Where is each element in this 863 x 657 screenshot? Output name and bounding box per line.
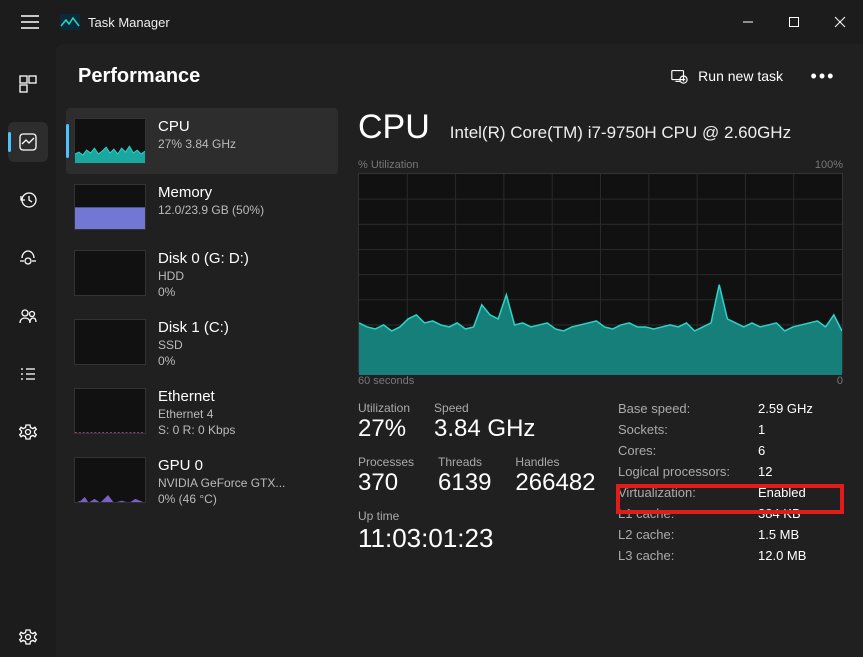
minimize-button[interactable]	[725, 6, 771, 38]
list-item-cpu[interactable]: CPU 27% 3.84 GHz	[66, 108, 338, 174]
processes-value: 370	[358, 469, 414, 497]
property-value: 2.59 GHz	[758, 401, 813, 416]
list-item-disk0[interactable]: Disk 0 (G: D:) HDD 0%	[66, 240, 338, 309]
utilization-label: Utilization	[358, 401, 410, 415]
close-button[interactable]	[817, 6, 863, 38]
run-new-task-button[interactable]: Run new task	[660, 61, 793, 91]
list-item-sub: NVIDIA GeForce GTX...	[158, 476, 285, 490]
titlebar: Task Manager	[0, 0, 863, 44]
chart-y-max: 100%	[815, 159, 843, 171]
chart-y-label: % Utilization	[358, 159, 419, 171]
run-task-label: Run new task	[698, 68, 783, 84]
list-item-sub: HDD	[158, 269, 249, 283]
handles-label: Handles	[515, 455, 595, 469]
property-row: Base speed:2.59 GHz	[618, 401, 843, 416]
nav-processes[interactable]	[8, 64, 48, 104]
cpu-thumb	[74, 118, 146, 164]
detail-panel: CPU Intel(R) Core(TM) i7-9750H CPU @ 2.6…	[338, 108, 863, 657]
chart-x-right: 0	[837, 375, 843, 387]
list-item-sub: 27% 3.84 GHz	[158, 137, 236, 151]
property-key: L3 cache:	[618, 548, 758, 563]
nav-performance[interactable]	[8, 122, 48, 162]
list-item-sub: SSD	[158, 338, 229, 352]
list-item-disk1[interactable]: Disk 1 (C:) SSD 0%	[66, 309, 338, 378]
maximize-button[interactable]	[771, 6, 817, 38]
chart-x-left: 60 seconds	[358, 375, 414, 387]
page-header: Performance Run new task •••	[56, 44, 863, 108]
speed-label: Speed	[434, 401, 535, 415]
nav-services[interactable]	[8, 412, 48, 452]
list-item-sub2: 0% (46 °C)	[158, 492, 285, 506]
list-item-gpu[interactable]: GPU 0 NVIDIA GeForce GTX... 0% (46 °C)	[66, 447, 338, 516]
threads-value: 6139	[438, 469, 491, 497]
speed-value: 3.84 GHz	[434, 415, 535, 443]
threads-label: Threads	[438, 455, 491, 469]
uptime-value: 11:03:01:23	[358, 523, 618, 554]
list-item-sub2: 0%	[158, 285, 249, 299]
property-row: L1 cache:384 KB	[618, 506, 843, 521]
list-item-ethernet[interactable]: Ethernet Ethernet 4 S: 0 R: 0 Kbps	[66, 378, 338, 447]
list-item-name: Disk 1 (C:)	[158, 319, 229, 336]
app-icon	[60, 14, 80, 30]
app-title: Task Manager	[88, 15, 170, 30]
property-value: 12.0 MB	[758, 548, 806, 563]
property-row: Virtualization:Enabled	[618, 485, 843, 500]
list-item-sub: 12.0/23.9 GB (50%)	[158, 203, 264, 217]
property-key: Virtualization:	[618, 485, 758, 500]
property-row: Sockets:1	[618, 422, 843, 437]
property-row: Cores:6	[618, 443, 843, 458]
list-item-name: Memory	[158, 184, 264, 201]
nav-startup[interactable]	[8, 238, 48, 278]
property-value: 12	[758, 464, 772, 479]
disk0-thumb	[74, 250, 146, 296]
cpu-properties: Base speed:2.59 GHzSockets:1Cores:6Logic…	[618, 401, 843, 563]
property-value: 1.5 MB	[758, 527, 799, 542]
page-title: Performance	[78, 65, 200, 88]
list-item-memory[interactable]: Memory 12.0/23.9 GB (50%)	[66, 174, 338, 240]
property-key: L2 cache:	[618, 527, 758, 542]
property-key: Base speed:	[618, 401, 758, 416]
cpu-model: Intel(R) Core(TM) i7-9750H CPU @ 2.60GHz	[450, 123, 791, 143]
handles-value: 266482	[515, 469, 595, 497]
list-item-name: CPU	[158, 118, 236, 135]
nav-details[interactable]	[8, 354, 48, 394]
property-value: 384 KB	[758, 506, 801, 521]
property-value: 6	[758, 443, 765, 458]
task-manager-window: Task Manager Performance Run new task	[0, 0, 863, 657]
nav-app-history[interactable]	[8, 180, 48, 220]
list-item-name: Disk 0 (G: D:)	[158, 250, 249, 267]
nav-settings[interactable]	[8, 617, 48, 657]
list-item-name: GPU 0	[158, 457, 285, 474]
property-row: L3 cache:12.0 MB	[618, 548, 843, 563]
ethernet-thumb	[74, 388, 146, 434]
property-row: Logical processors:12	[618, 464, 843, 479]
processes-label: Processes	[358, 455, 414, 469]
uptime-label: Up time	[358, 509, 618, 523]
resource-list: CPU 27% 3.84 GHz Memory 12.0/23.9 GB (50…	[66, 108, 338, 657]
property-key: Logical processors:	[618, 464, 758, 479]
property-value: 1	[758, 422, 765, 437]
gpu-thumb	[74, 457, 146, 503]
more-button[interactable]: •••	[805, 58, 841, 94]
list-item-sub2: S: 0 R: 0 Kbps	[158, 423, 235, 437]
disk1-thumb	[74, 319, 146, 365]
property-key: L1 cache:	[618, 506, 758, 521]
property-row: L2 cache:1.5 MB	[618, 527, 843, 542]
property-key: Cores:	[618, 443, 758, 458]
run-task-icon	[670, 67, 688, 85]
detail-title: CPU	[358, 108, 430, 147]
nav-users[interactable]	[8, 296, 48, 336]
memory-thumb	[74, 184, 146, 230]
property-key: Sockets:	[618, 422, 758, 437]
utilization-chart[interactable]	[358, 173, 843, 373]
list-item-sub: Ethernet 4	[158, 407, 235, 421]
nav-rail	[0, 44, 56, 657]
list-item-sub2: 0%	[158, 354, 229, 368]
list-item-name: Ethernet	[158, 388, 235, 405]
utilization-value: 27%	[358, 415, 410, 443]
menu-button[interactable]	[10, 2, 50, 42]
property-value: Enabled	[758, 485, 806, 500]
